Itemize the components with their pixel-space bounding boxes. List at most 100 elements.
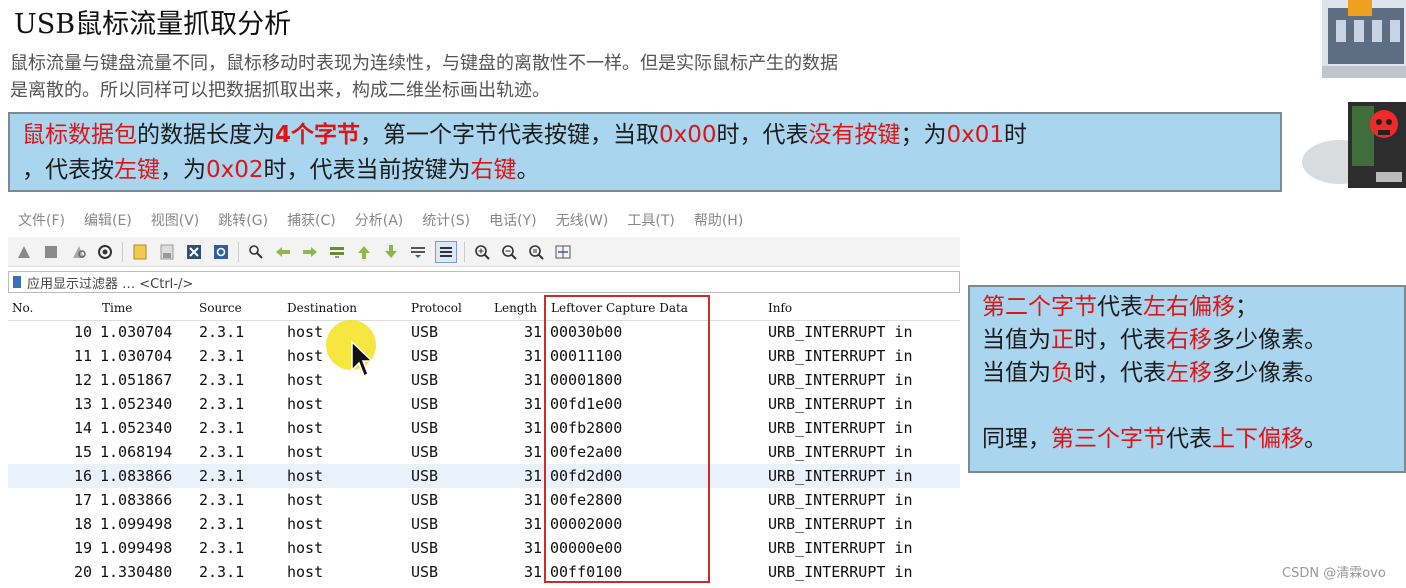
go-to-packet-icon[interactable] bbox=[327, 242, 347, 262]
packet-list: No. Time Source Destination Protocol Len… bbox=[8, 296, 963, 588]
packet-destination: host bbox=[287, 419, 324, 437]
packet-destination: host bbox=[287, 443, 324, 461]
packet-length: 31 bbox=[523, 395, 542, 413]
packet-length: 31 bbox=[523, 515, 542, 533]
auto-scroll-icon[interactable] bbox=[408, 242, 428, 262]
go-back-icon[interactable] bbox=[273, 242, 293, 262]
menu-statistics[interactable]: 统计(S) bbox=[422, 210, 470, 230]
column-header-no[interactable]: No. bbox=[12, 301, 33, 315]
menu-wireless[interactable]: 无线(W) bbox=[556, 210, 609, 230]
packet-protocol: USB bbox=[411, 347, 439, 365]
toolbar-separator bbox=[122, 241, 123, 262]
byte-two-note: 第二个字节代表左右偏移； 当值为正时，代表右移多少像素。 当值为负时，代表左移多… bbox=[968, 285, 1406, 473]
note-text: 没有按键 bbox=[808, 122, 901, 148]
column-header-info[interactable]: Info bbox=[768, 301, 792, 315]
menu-help[interactable]: 帮助(H) bbox=[694, 210, 743, 230]
bookmark-icon[interactable] bbox=[13, 276, 21, 288]
menu-capture[interactable]: 捕获(C) bbox=[287, 210, 336, 230]
note-text: 多少像素。 bbox=[1212, 327, 1327, 353]
table-row[interactable]: 11 1.030704 2.3.1 host USB 31 00011100 URB_INTE… bbox=[8, 344, 960, 368]
table-row[interactable]: 14 1.052340 2.3.1 host USB 31 00fb2800 URB_INTE… bbox=[8, 416, 960, 440]
packet-source: 2.3.1 bbox=[199, 347, 245, 365]
first-packet-icon[interactable] bbox=[354, 242, 374, 262]
packet-time: 1.083866 bbox=[100, 467, 173, 485]
table-row[interactable]: 19 1.099498 2.3.1 host USB 31 00000e00 URB_INTE… bbox=[8, 536, 960, 560]
stop-capture-icon[interactable] bbox=[41, 242, 61, 262]
find-packet-icon[interactable] bbox=[246, 242, 266, 262]
last-packet-icon[interactable] bbox=[381, 242, 401, 262]
close-file-icon[interactable] bbox=[184, 242, 204, 262]
table-row[interactable]: 20 1.330480 2.3.1 host USB 31 00ff0100 URB_INTE… bbox=[8, 560, 960, 584]
note-text: 左移 bbox=[1166, 360, 1212, 386]
zoom-in-icon[interactable] bbox=[472, 242, 492, 262]
restart-capture-icon[interactable] bbox=[68, 242, 88, 262]
display-filter-input[interactable]: 应用显示过滤器 … <Ctrl-/> bbox=[8, 271, 960, 293]
menu-telephony[interactable]: 电话(Y) bbox=[489, 210, 536, 230]
save-file-icon[interactable] bbox=[157, 242, 177, 262]
capture-options-icon[interactable] bbox=[95, 242, 115, 262]
packet-length: 31 bbox=[523, 467, 542, 485]
menu-file[interactable]: 文件(F) bbox=[18, 210, 65, 230]
note-text: 的数据长度为 bbox=[137, 122, 275, 148]
packet-protocol: USB bbox=[411, 395, 439, 413]
normal-size-icon[interactable] bbox=[526, 242, 546, 262]
resize-columns-icon[interactable] bbox=[553, 242, 573, 262]
column-header-source[interactable]: Source bbox=[199, 301, 242, 315]
packet-no: 14 bbox=[73, 419, 92, 437]
menu-analyze[interactable]: 分析(A) bbox=[355, 210, 404, 230]
table-row[interactable]: 18 1.099498 2.3.1 host USB 31 00002000 URB_INTE… bbox=[8, 512, 960, 536]
column-header-time[interactable]: Time bbox=[102, 301, 132, 315]
table-row[interactable]: 10 1.030704 2.3.1 host USB 31 00030b00 URB_INTE… bbox=[8, 320, 960, 344]
table-row[interactable]: 13 1.052340 2.3.1 host USB 31 00fd1e00 URB_INTE… bbox=[8, 392, 960, 416]
note-text: 0x02 bbox=[206, 157, 264, 183]
note-text: ；为 bbox=[900, 122, 947, 148]
note-text: 0x00 bbox=[659, 122, 717, 148]
toolbar-separator bbox=[464, 241, 465, 262]
packet-destination: host bbox=[287, 539, 324, 557]
colorize-list-icon[interactable] bbox=[435, 240, 457, 263]
packet-time: 1.052340 bbox=[100, 395, 173, 413]
packet-info: URB_INTERRUPT in bbox=[768, 491, 913, 509]
note-text: 时，代表当前按键为 bbox=[263, 157, 471, 183]
packet-length: 31 bbox=[523, 563, 542, 581]
zoom-out-icon[interactable] bbox=[499, 242, 519, 262]
packet-length: 31 bbox=[523, 443, 542, 461]
packet-length: 31 bbox=[523, 491, 542, 509]
packet-time: 1.330480 bbox=[100, 563, 173, 581]
packet-length: 31 bbox=[523, 539, 542, 557]
packet-destination: host bbox=[287, 563, 324, 581]
menu-edit[interactable]: 编辑(E) bbox=[84, 210, 132, 230]
packet-protocol: USB bbox=[411, 371, 439, 389]
column-header-protocol[interactable]: Protocol bbox=[411, 301, 462, 315]
open-file-icon[interactable] bbox=[130, 242, 150, 262]
menu-go[interactable]: 跳转(G) bbox=[218, 210, 268, 230]
intro-line-2: 是离散的。所以同样可以把数据抓取出来，构成二维坐标画出轨迹。 bbox=[10, 80, 550, 101]
packet-destination: host bbox=[287, 395, 324, 413]
go-forward-icon[interactable] bbox=[300, 242, 320, 262]
table-row[interactable]: 16 1.083866 2.3.1 host USB 31 00fd2d00 URB_INTE… bbox=[8, 464, 960, 488]
column-header-destination[interactable]: Destination bbox=[287, 301, 357, 315]
shark-fin-start-icon[interactable] bbox=[14, 242, 34, 262]
packet-protocol: USB bbox=[411, 563, 439, 581]
packet-time: 1.099498 bbox=[100, 539, 173, 557]
note-text: ，第一个字节代表按键，当取 bbox=[360, 122, 660, 148]
packet-no: 18 bbox=[73, 515, 92, 533]
table-row[interactable]: 15 1.068194 2.3.1 host USB 31 00fe2a00 URB_INTE… bbox=[8, 440, 960, 464]
reload-file-icon[interactable] bbox=[211, 242, 231, 262]
menu-tools[interactable]: 工具(T) bbox=[627, 210, 674, 230]
packet-protocol: USB bbox=[411, 419, 439, 437]
packet-protocol: USB bbox=[411, 491, 439, 509]
table-row[interactable]: 12 1.051867 2.3.1 host USB 31 00001800 URB_INTE… bbox=[8, 368, 960, 392]
column-header-length[interactable]: Length bbox=[494, 301, 537, 315]
packet-destination: host bbox=[287, 467, 324, 485]
note-text: 。 bbox=[1304, 426, 1327, 452]
packet-source: 2.3.1 bbox=[199, 323, 245, 341]
menu-view[interactable]: 视图(V) bbox=[151, 210, 200, 230]
note2-line-2: 当值为正时，代表右移多少像素。 bbox=[982, 324, 1392, 357]
table-row[interactable]: 17 1.083866 2.3.1 host USB 31 00fe2800 URB_INTE… bbox=[8, 488, 960, 512]
note-text: 右键 bbox=[470, 157, 517, 183]
note-text: 第二个字节 bbox=[982, 294, 1097, 320]
note2-spacer bbox=[982, 390, 1392, 423]
note-text: 代表 bbox=[1166, 426, 1212, 452]
display-filter-placeholder: 应用显示过滤器 … <Ctrl-/> bbox=[27, 276, 194, 292]
